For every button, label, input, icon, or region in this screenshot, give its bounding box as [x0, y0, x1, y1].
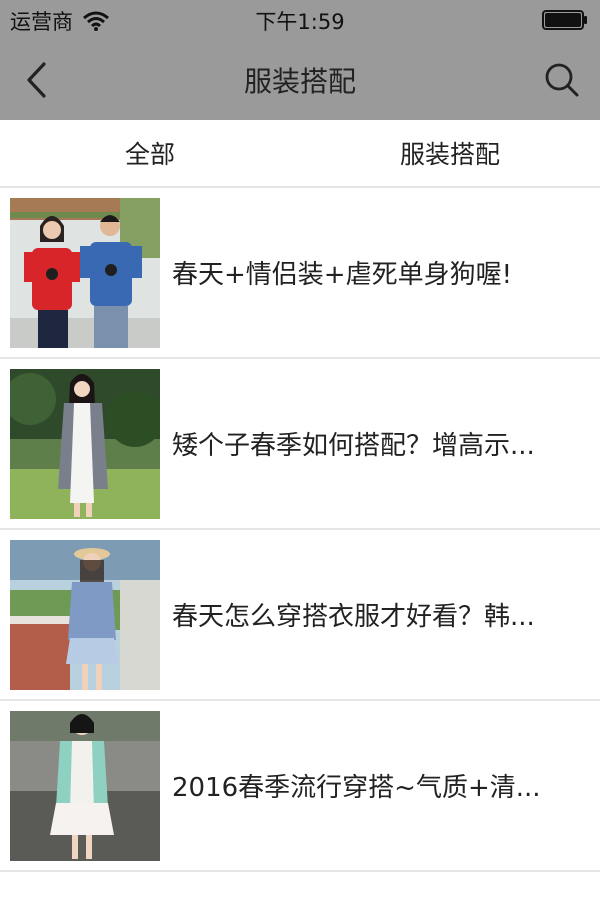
article-title: 2016春季流行穿搭~气质+清...	[172, 773, 541, 803]
girl-hat-photo-image	[10, 539, 160, 690]
couple-photo-image	[10, 197, 160, 348]
girl-cardigan-photo-image	[10, 368, 160, 519]
navigation-bar: 服装搭配	[0, 40, 600, 120]
battery-icon	[542, 10, 587, 30]
status-time: 下午1:59	[255, 10, 345, 34]
article-list: 春天+情侣装+虐死单身狗喔! 矮个子春季如何搭配？增高示... 春天怎么穿搭衣服…	[0, 188, 600, 872]
list-item[interactable]: 春天怎么穿搭衣服才好看？韩...	[0, 530, 600, 701]
article-title: 春天+情侣装+虐死单身狗喔!	[172, 260, 512, 290]
article-title: 矮个子春季如何搭配？增高示...	[172, 431, 535, 461]
category-tabs: 全部 服装搭配	[0, 120, 600, 188]
article-thumbnail	[10, 368, 160, 519]
article-thumbnail	[10, 197, 160, 348]
page-title: 服装搭配	[243, 65, 356, 98]
search-icon	[545, 63, 579, 97]
tab-outfit-matching[interactable]: 服装搭配	[300, 120, 600, 186]
list-item[interactable]: 春天+情侣装+虐死单身狗喔!	[0, 188, 600, 359]
article-title: 春天怎么穿搭衣服才好看？韩...	[172, 602, 535, 632]
article-thumbnail	[10, 710, 160, 861]
status-bar: 运营商 下午1:59	[0, 0, 600, 40]
list-bottom	[0, 880, 600, 900]
tab-all[interactable]: 全部	[0, 120, 300, 186]
list-item[interactable]: 2016春季流行穿搭~气质+清...	[0, 701, 600, 872]
girl-mint-cardigan-photo-image	[10, 710, 160, 861]
search-button[interactable]	[540, 58, 584, 102]
list-item[interactable]: 矮个子春季如何搭配？增高示...	[0, 359, 600, 530]
article-thumbnail	[10, 539, 160, 690]
